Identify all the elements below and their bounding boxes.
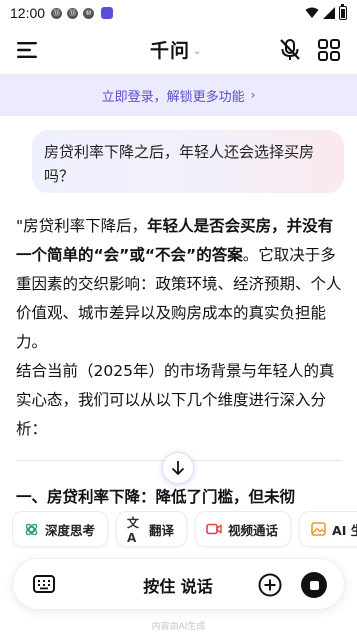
video-call-icon [206, 521, 222, 537]
user-message-text: 房贷利率下降之后，年轻人还会选择买房吗？ [44, 143, 315, 185]
notification-icon: ⑬ [67, 7, 79, 19]
chevron-down-icon: ⌄ [193, 45, 202, 57]
answer-paragraph-1: "房贷利率下降后，年轻人是否会买房，并没有一个简单的“会”或“不会”的答案。它取… [16, 212, 342, 357]
answer-text: "房贷利率下降后， [16, 217, 148, 235]
menu-icon[interactable] [17, 40, 39, 60]
input-bar: 按住 说话 [12, 558, 345, 610]
model-selector[interactable]: 千问 ⌄ [150, 36, 201, 63]
chip-deep-think[interactable]: 深度思考 [12, 511, 109, 547]
chip-video-call[interactable]: 视频通话 [195, 511, 292, 547]
chevron-right-icon: › [250, 88, 256, 102]
wifi-icon [305, 7, 319, 18]
login-banner-text: 立即登录，解锁更多功能 [101, 89, 245, 105]
app-notification-icon [101, 7, 114, 19]
section-heading: 一、房贷利率下降：降低了门槛，但未彻 [16, 488, 296, 506]
scroll-to-bottom-button[interactable] [162, 452, 194, 484]
hold-to-talk-button[interactable]: 按住 说话 [133, 573, 223, 597]
ai-disclaimer: 内容由AI生成 [151, 622, 206, 632]
grid-icon[interactable] [318, 39, 340, 61]
answer-paragraph-2: 结合当前（2025年）的市场背景与年轻人的真实心态，我们可以从以下几个维度进行深… [16, 357, 342, 444]
stop-button[interactable] [301, 572, 327, 598]
chip-ai-image[interactable]: AI 生 [299, 511, 357, 547]
keyboard-icon[interactable] [33, 574, 55, 594]
page-title: 千问 [150, 40, 191, 62]
status-time: 12:00 [10, 5, 46, 21]
login-banner[interactable]: 立即登录，解锁更多功能 › [0, 74, 357, 116]
status-bar: 12:00 ⑬ ⑬ ⑩ [0, 0, 357, 26]
think-icon [23, 521, 39, 537]
chip-label: 翻译 [149, 522, 175, 538]
chip-label: 视频通话 [228, 522, 279, 538]
plus-icon[interactable] [258, 573, 282, 597]
translate-icon: 文A [127, 515, 140, 545]
chip-label: 深度思考 [45, 522, 96, 538]
battery-icon [339, 4, 347, 20]
user-message-bubble[interactable]: 房贷利率下降之后，年轻人还会选择买房吗？ [32, 130, 344, 193]
signal-icon [323, 7, 335, 19]
image-icon [310, 521, 326, 537]
status-right [305, 4, 347, 20]
answer-text: 结合当前（2025年）的市场背景与年轻人的真实心态，我们可以从以下几个维度进行深… [16, 362, 335, 438]
quick-action-chips: 深度思考 文A 翻译 视频通话 AI 生 [12, 511, 357, 549]
stop-icon [309, 580, 319, 590]
app-header: 千问 ⌄ [0, 30, 357, 70]
arrow-down-icon [171, 461, 185, 476]
chip-label: AI 生 [332, 522, 357, 538]
chip-translate[interactable]: 文A 翻译 [116, 511, 188, 547]
notification-icon: ⑬ [51, 7, 63, 19]
mic-off-icon[interactable] [279, 38, 301, 62]
notification-icon: ⑩ [83, 7, 95, 19]
